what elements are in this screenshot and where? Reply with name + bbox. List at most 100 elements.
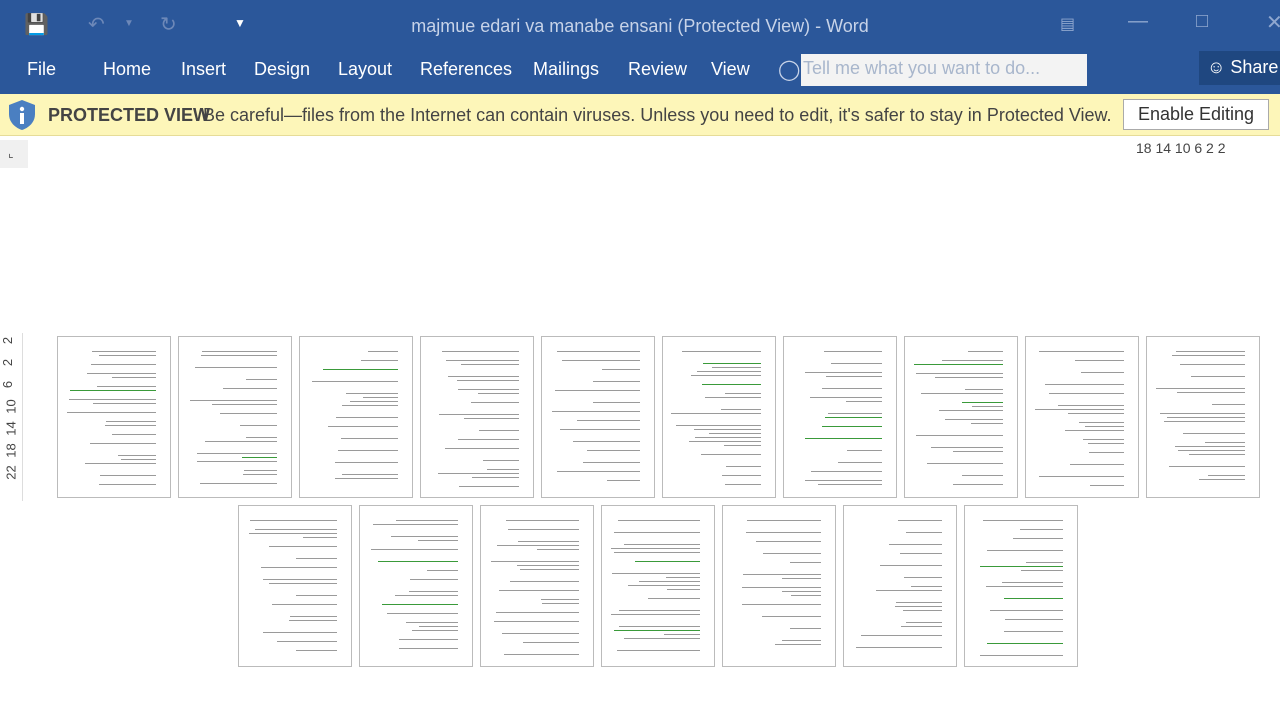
text-line [542,603,579,604]
page-thumbnail[interactable] [783,336,897,498]
minimize-icon[interactable]: — [1128,10,1148,33]
text-line [782,640,821,641]
text-line [712,367,761,368]
text-line [556,471,640,472]
text-line [667,589,700,590]
text-line [810,471,882,472]
text-line [496,612,579,613]
text-line [1211,404,1245,405]
person-add-icon: ☺ [1207,57,1226,77]
tab-design[interactable]: Design [254,59,310,80]
ribbon-tabs: File Home Insert Design Layout Reference… [0,50,1280,94]
ruler-label: 2 [0,358,16,367]
text-line [930,447,1003,448]
text-line [463,418,519,419]
text-line [540,599,579,600]
page-thumbnail[interactable] [238,505,352,667]
text-line [1002,582,1063,583]
vertical-ruler[interactable]: 2 2 6 10 14 18 22 [0,333,23,501]
text-line [1189,454,1245,455]
text-line [111,377,156,378]
text-line [746,532,821,533]
page-thumbnail[interactable] [722,505,836,667]
close-icon[interactable]: ✕ [1266,10,1280,35]
text-line [561,360,640,361]
page-thumbnail[interactable] [601,505,715,667]
text-line [1089,452,1124,453]
text-line [671,413,761,414]
text-line [761,616,821,617]
page-thumbnail[interactable] [359,505,473,667]
text-line [1064,430,1124,431]
text-line [775,644,821,645]
text-line [250,520,337,521]
text-line [493,621,579,622]
tab-file[interactable]: File [27,59,56,80]
text-line [1081,372,1124,373]
text-line [117,455,156,456]
text-line [506,520,579,521]
text-line [781,591,821,592]
horizontal-ruler[interactable]: 18 14 10 6 2 2 [1136,140,1262,166]
text-line [701,454,761,455]
text-line [647,598,700,599]
text-line [1180,364,1245,365]
text-line [742,604,821,605]
text-line [583,462,640,463]
text-line [302,537,337,538]
text-line [199,483,277,484]
text-line [619,610,700,611]
page-thumbnail[interactable] [178,336,292,498]
text-line [554,390,640,391]
text-line [623,638,700,639]
text-line [341,474,398,475]
page-thumbnail[interactable] [843,505,957,667]
tab-home[interactable]: Home [103,59,151,80]
page-thumbnail[interactable] [299,336,413,498]
page-thumbnail[interactable] [1146,336,1260,498]
tell-me-input[interactable]: Tell me what you want to do... [801,54,1087,86]
tab-layout[interactable]: Layout [338,59,392,80]
page-thumbnail[interactable] [904,336,1018,498]
share-button[interactable]: ☺ Share [1199,51,1280,85]
page-thumbnail[interactable] [964,505,1078,667]
enable-editing-button[interactable]: Enable Editing [1123,99,1269,130]
tab-selector[interactable]: ⌞ [0,140,28,168]
page-thumbnail[interactable] [662,336,776,498]
page-thumbnail[interactable] [420,336,534,498]
text-line [916,435,1003,436]
text-line [926,463,1003,464]
text-line [205,441,277,442]
ruler-label: 10 [3,399,19,414]
text-line [920,393,1003,394]
text-line [665,577,700,578]
tab-view[interactable]: View [711,59,750,80]
page-thumbnail[interactable] [57,336,171,498]
tab-review[interactable]: Review [628,59,687,80]
page-thumbnail[interactable] [541,336,655,498]
text-line [96,386,156,387]
ribbon-display-options-icon[interactable]: ▤ [1060,14,1075,34]
text-line [248,533,337,534]
text-line [911,586,942,587]
text-line [855,647,942,648]
protected-view-bar: PROTECTED VIEW Be careful—files from the… [0,94,1280,136]
text-line [1049,393,1124,394]
text-line [606,480,640,481]
tab-insert[interactable]: Insert [181,59,226,80]
page-thumbnail[interactable] [1025,336,1139,498]
text-line [399,639,458,640]
tab-mailings[interactable]: Mailings [533,59,599,80]
text-line [211,404,277,405]
text-line [703,363,761,364]
text-line [986,643,1063,644]
tab-references[interactable]: References [420,59,512,80]
text-line [688,441,761,442]
text-line [756,541,821,542]
maximize-icon[interactable]: □ [1196,10,1208,33]
text-line [219,413,277,414]
text-line [1083,439,1124,440]
ruler-label: 6 [0,380,16,389]
page-thumbnail[interactable] [480,505,594,667]
text-line [723,445,761,446]
